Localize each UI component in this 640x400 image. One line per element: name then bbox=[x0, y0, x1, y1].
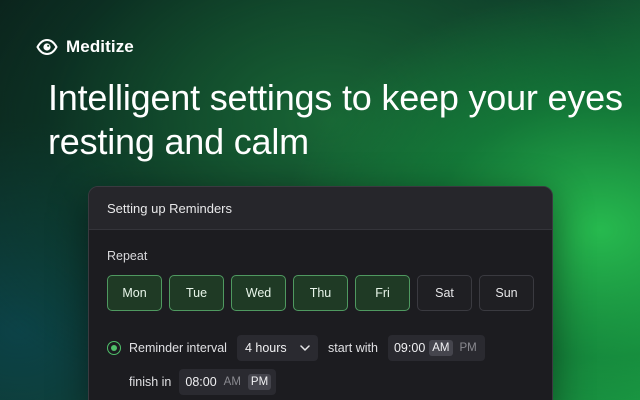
finish-time-value: 08:00 bbox=[185, 375, 217, 389]
brand: Meditize bbox=[36, 37, 134, 57]
start-time-value: 09:00 bbox=[393, 341, 426, 355]
day-toggle-thu[interactable]: Thu bbox=[293, 275, 348, 311]
headline: Intelligent settings to keep your eyes r… bbox=[48, 77, 623, 162]
reminder-interval-radio[interactable] bbox=[107, 341, 121, 355]
repeat-label: Repeat bbox=[107, 249, 148, 263]
interval-value: 4 hours bbox=[244, 341, 287, 355]
finish-am-toggle[interactable]: AM bbox=[221, 374, 244, 390]
reminder-interval-label: Reminder interval bbox=[129, 341, 227, 355]
finish-pm-toggle[interactable]: PM bbox=[247, 374, 272, 390]
day-toggle-tue[interactable]: Tue bbox=[169, 275, 224, 311]
day-toggle-fri[interactable]: Fri bbox=[355, 275, 410, 311]
card-body: Repeat Mon Tue Wed Thu Fri Sat Sun Remin… bbox=[89, 230, 552, 400]
finish-row: finish in 08:00 AM PM bbox=[107, 369, 534, 395]
day-toggle-wed[interactable]: Wed bbox=[231, 275, 286, 311]
eye-icon bbox=[36, 39, 58, 55]
interval-row: Reminder interval 4 hours start with 09:… bbox=[107, 335, 534, 361]
day-toggle-mon[interactable]: Mon bbox=[107, 275, 162, 311]
finish-time-field[interactable]: 08:00 AM PM bbox=[179, 369, 277, 395]
radio-dot bbox=[111, 345, 117, 351]
start-time-field[interactable]: 09:00 AM PM bbox=[387, 335, 485, 361]
start-am-toggle[interactable]: AM bbox=[429, 340, 453, 356]
finish-in-label: finish in bbox=[129, 375, 172, 389]
start-with-label: start with bbox=[327, 341, 378, 355]
start-pm-toggle[interactable]: PM bbox=[457, 340, 480, 356]
interval-select[interactable]: 4 hours bbox=[236, 335, 318, 361]
card-title: Setting up Reminders bbox=[89, 187, 552, 230]
chevron-down-icon bbox=[300, 345, 310, 351]
reminders-card: Setting up Reminders Repeat Mon Tue Wed … bbox=[88, 186, 553, 400]
day-toggle-sun[interactable]: Sun bbox=[479, 275, 534, 311]
day-selector: Mon Tue Wed Thu Fri Sat Sun bbox=[107, 275, 534, 311]
brand-name: Meditize bbox=[66, 37, 134, 56]
day-toggle-sat[interactable]: Sat bbox=[417, 275, 472, 311]
